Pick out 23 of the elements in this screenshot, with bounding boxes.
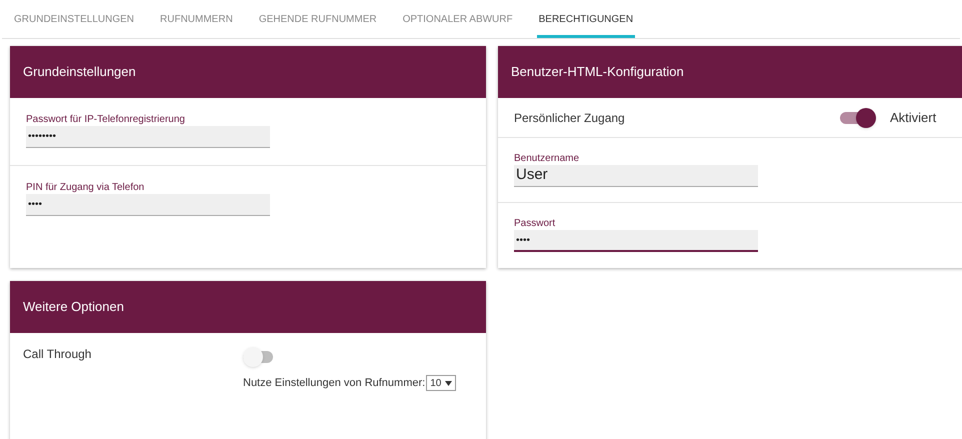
input-field[interactable]: •••• — [26, 194, 270, 216]
tab[interactable]: GRUNDEINSTELLUNGEN — [12, 0, 136, 38]
tab[interactable]: OPTIONALER ABWURF — [400, 0, 515, 38]
tab[interactable]: GEHENDE RUFNUMMER — [256, 0, 379, 38]
field-label: Passwort für IP-Telefonregistrierung — [26, 114, 186, 126]
option-label: Call Through — [23, 346, 92, 363]
number-dropdown[interactable]: 10 — [426, 375, 456, 392]
setting-label: Nutze Einstellungen von Rufnummer: — [243, 376, 426, 391]
card-title: Benutzer-HTML-Konfiguration — [511, 63, 684, 82]
input-field[interactable]: •••••••• — [26, 126, 270, 148]
status-text: Aktiviert — [890, 108, 936, 127]
field-label: Benutzername — [514, 153, 580, 165]
field-label: Passwort — [514, 218, 556, 230]
input-field[interactable]: •••• — [514, 230, 758, 252]
setting-label: Persönlicher Zugang — [514, 110, 626, 126]
caret-icon — [445, 380, 452, 386]
card-title: Grundeinstellungen — [23, 63, 136, 82]
field-label: PIN für Zugang via Telefon — [26, 182, 146, 194]
tab[interactable]: BERECHTIGUNGEN — [536, 0, 636, 38]
toggle-switch[interactable] — [840, 108, 876, 128]
input-field[interactable]: User — [514, 165, 758, 187]
card-title: Weitere Optionen — [23, 298, 124, 316]
tab[interactable]: RUFNUMMERN — [158, 0, 235, 38]
